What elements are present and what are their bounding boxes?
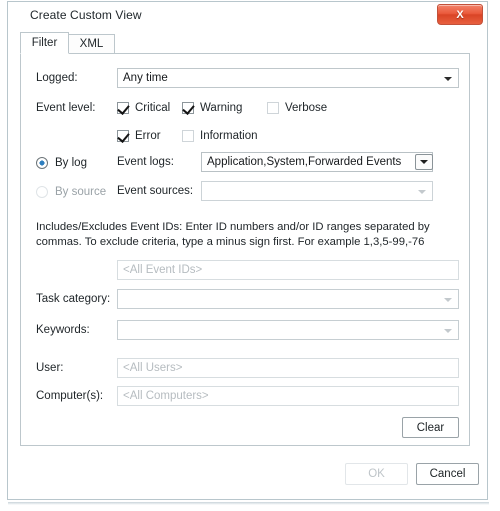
tab-filter[interactable]: Filter [20,32,69,54]
keywords-dropdown[interactable] [117,320,459,340]
checkbox-information-label: Information [200,129,258,142]
create-custom-view-dialog: Create Custom View X Filter XML Logged: … [7,1,488,500]
close-button[interactable]: X [437,4,483,25]
event-ids-placeholder: <All Event IDs> [123,264,203,276]
checkbox-verbose-box [267,101,279,114]
event-ids-input[interactable]: <All Event IDs> [117,260,459,280]
radio-by-log-dot [36,156,48,169]
checkbox-verbose[interactable]: Verbose [267,100,327,115]
event-id-helper-text: Includes/Excludes Event IDs: Enter ID nu… [36,221,430,248]
computers-label: Computer(s): [36,390,104,402]
chevron-down-icon [444,329,452,333]
user-input[interactable]: <All Users> [117,358,459,378]
dialog-drop-shadow [8,502,489,505]
checkbox-information-box [182,129,194,142]
radio-by-source-dot [36,185,48,198]
checkbox-warning-label: Warning [200,101,243,114]
computers-placeholder: <All Computers> [123,390,209,402]
checkbox-error-box [117,129,129,142]
event-sources-label: Event sources: [117,185,194,197]
radio-by-source[interactable]: By source [36,184,106,199]
event-logs-value: Application,System,Forwarded Events [207,156,402,168]
cancel-button[interactable]: Cancel [416,463,479,485]
window-title: Create Custom View [30,8,142,22]
radio-by-log-label: By log [55,156,87,169]
checkbox-critical[interactable]: Critical [117,100,170,115]
close-icon: X [456,8,464,21]
keywords-label: Keywords: [36,324,90,336]
task-category-dropdown[interactable] [117,289,459,309]
logged-dropdown[interactable]: Any time [117,68,459,88]
checkbox-critical-box [117,101,129,114]
tab-xml[interactable]: XML [68,34,115,54]
task-category-label: Task category: [36,293,111,305]
computers-input[interactable]: <All Computers> [117,386,459,406]
checkbox-error[interactable]: Error [117,128,161,143]
event-sources-field[interactable] [201,181,433,201]
checkbox-verbose-label: Verbose [285,101,328,114]
chevron-down-icon [418,190,426,194]
ok-button[interactable]: OK [345,463,408,485]
checkbox-error-label: Error [135,129,161,142]
radio-by-log[interactable]: By log [36,155,87,170]
checkbox-information[interactable]: Information [182,128,258,143]
event-logs-field[interactable]: Application,System,Forwarded Events [201,152,433,172]
radio-by-source-label: By source [55,185,107,198]
clear-button[interactable]: Clear [402,417,459,438]
checkbox-warning-box [182,101,194,114]
user-placeholder: <All Users> [123,362,183,374]
event-level-label: Event level: [36,102,96,114]
event-logs-dropdown-button[interactable] [415,154,433,170]
event-logs-label: Event logs: [117,156,174,168]
user-label: User: [36,362,64,374]
chevron-down-icon [444,298,452,302]
chevron-down-icon [444,77,452,81]
logged-label: Logged: [36,72,78,84]
logged-value: Any time [123,72,168,84]
filter-tab-panel: Logged: Any time Event level: Critical W… [20,53,470,446]
checkbox-warning[interactable]: Warning [182,100,242,115]
title-bar: Create Custom View X [8,2,487,28]
checkbox-critical-label: Critical [135,101,171,114]
